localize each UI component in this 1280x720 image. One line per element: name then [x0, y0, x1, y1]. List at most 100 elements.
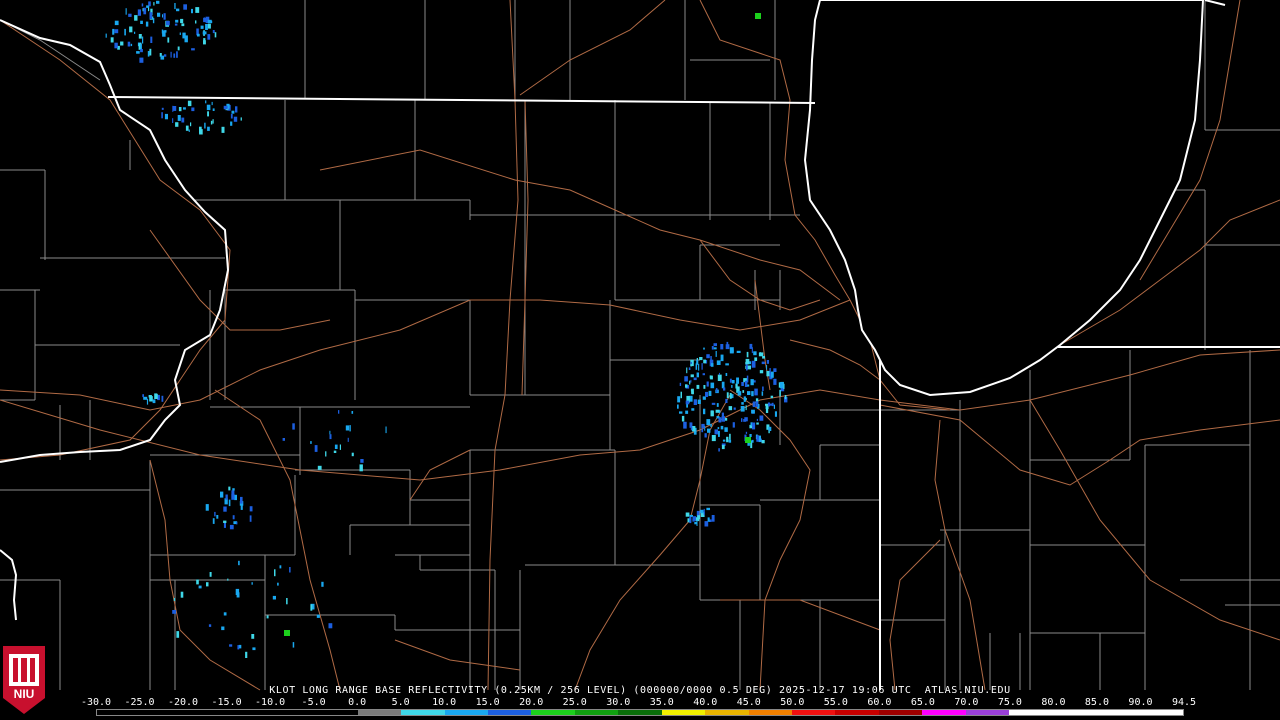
echo-pixel: [729, 393, 732, 399]
echo-pixel: [685, 400, 690, 405]
echo-pixel: [229, 644, 233, 647]
echo-pixel: [690, 379, 692, 383]
echo-pixel: [286, 598, 288, 605]
legend-color-swatch: [270, 710, 315, 715]
echo-pixel: [172, 610, 177, 614]
echo-pixel: [779, 389, 781, 397]
echo-pixel: [717, 427, 720, 430]
volume-id: (000000/0000: [633, 685, 713, 696]
echo-pixel: [755, 401, 759, 407]
echo-pixel: [774, 411, 777, 417]
legend-label: 20.0: [519, 697, 544, 708]
echo-pixel: [152, 18, 155, 24]
echo-pixel: [325, 451, 327, 457]
echo-pixel: [689, 517, 692, 524]
echo-pixel: [279, 565, 282, 569]
echo-pixel: [759, 352, 761, 356]
echo-pixel: [747, 391, 751, 395]
elevation-tilt: 0.5 DEG): [719, 685, 773, 696]
echo-pixel: [753, 351, 757, 356]
echo-pixel: [179, 32, 181, 35]
echo-pixel: [711, 435, 716, 442]
echo-pixel: [731, 380, 735, 384]
product-name: LONG RANGE BASE REFLECTIVITY: [302, 685, 488, 696]
echo-pixel: [210, 120, 213, 125]
echo-pixel: [143, 7, 147, 15]
echo-pixel: [161, 395, 164, 402]
legend-color-swatch: [922, 710, 966, 715]
echo-pixel: [690, 361, 692, 365]
echo-pixel: [724, 427, 728, 432]
echo-pixel: [766, 365, 768, 370]
echo-pixel: [310, 441, 312, 444]
legend-color-swatch: [835, 710, 879, 715]
echo-pixel: [136, 51, 140, 54]
echo-pixel: [146, 5, 149, 8]
echo-pixel: [733, 407, 736, 410]
echo-pixel: [758, 435, 761, 442]
legend-label: 45.0: [736, 697, 761, 708]
echo-pixel: [743, 419, 747, 422]
legend-label: 75.0: [997, 697, 1022, 708]
echo-pixel: [189, 102, 191, 105]
echo-pixel: [130, 43, 133, 47]
legend-color-swatch: [444, 710, 488, 715]
legend-label: 80.0: [1041, 697, 1066, 708]
echo-pixel: [685, 512, 690, 517]
echo-pixel: [221, 626, 225, 631]
echo-pixel: [683, 421, 687, 429]
scan-time: 19:06 UTC: [851, 685, 912, 696]
echo-pixel: [745, 437, 751, 443]
legend-label: 55.0: [823, 697, 848, 708]
echo-pixel: [732, 422, 735, 428]
echo-pixel: [697, 515, 700, 520]
echo-pixel: [134, 15, 138, 21]
legend-color-swatch: [1096, 710, 1140, 715]
echo-pixel: [720, 344, 724, 350]
echo-pixel: [765, 403, 768, 406]
echo-pixel: [711, 363, 714, 367]
echo-pixel: [114, 42, 118, 49]
echo-pixel: [708, 390, 712, 396]
legend-label: -20.0: [167, 697, 199, 708]
echo-pixel: [710, 382, 715, 389]
echo-pixel: [198, 585, 202, 589]
echo-pixel: [231, 494, 235, 500]
echo-pixel: [230, 121, 233, 126]
echo-pixel: [749, 434, 752, 437]
echo-pixel: [780, 382, 784, 389]
echo-pixel: [709, 375, 712, 379]
echo-pixel: [706, 354, 710, 359]
echo-pixel: [754, 357, 758, 361]
legend-color-swatch: [401, 710, 445, 715]
echo-pixel: [272, 595, 276, 600]
echo-pixel: [251, 582, 253, 585]
echo-pixel: [359, 464, 363, 472]
echo-pixel: [347, 437, 349, 442]
echo-pixel: [238, 560, 240, 566]
reflectivity-color-scale: [96, 709, 1184, 716]
echo-pixel: [705, 391, 709, 397]
echo-pixel: [208, 624, 212, 627]
echo-pixel: [345, 425, 350, 431]
echo-pixel: [704, 521, 709, 527]
echo-pixel: [750, 379, 754, 386]
echo-pixel: [755, 13, 761, 19]
echo-pixel: [701, 423, 705, 429]
echo-pixel: [740, 406, 745, 412]
echo-pixel: [170, 51, 172, 58]
echo-pixel: [146, 398, 149, 405]
echo-pixel: [207, 23, 211, 29]
echo-pixel: [741, 402, 744, 405]
echo-pixel: [721, 416, 725, 422]
echo-pixel: [240, 505, 243, 510]
legend-color-swatch: [574, 710, 619, 715]
radar-site: KLOT: [269, 685, 296, 696]
echo-pixel: [685, 384, 688, 388]
echo-pixel: [174, 3, 176, 10]
legend-color-swatch: [705, 710, 749, 715]
legend-color-swatch: [878, 710, 923, 715]
echo-pixel: [282, 438, 285, 441]
legend-color-swatch: [140, 710, 184, 715]
echo-pixel: [706, 419, 711, 426]
